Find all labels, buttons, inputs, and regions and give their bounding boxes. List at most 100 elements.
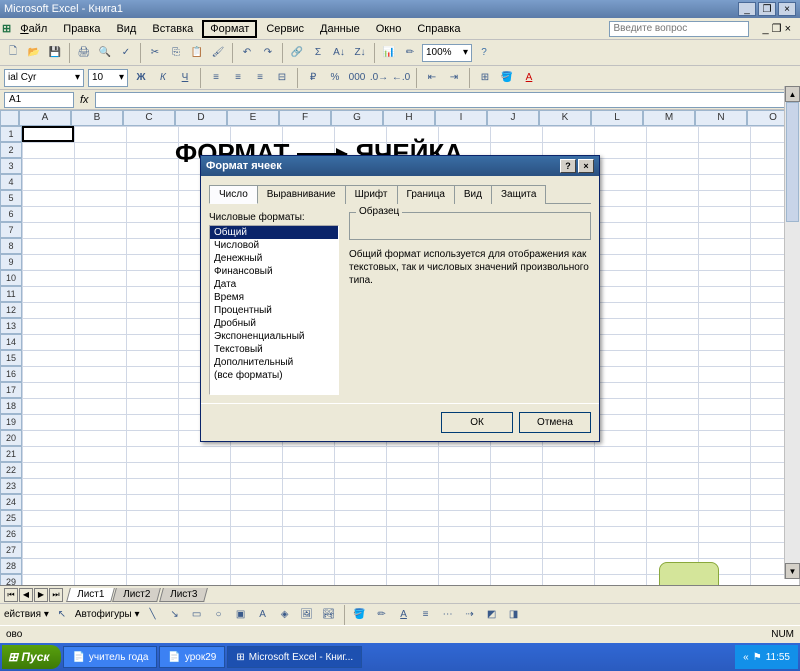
row-header[interactable]: 9 — [0, 254, 22, 270]
oval-icon[interactable]: ○ — [210, 606, 228, 624]
format-list-item[interactable]: Время — [210, 291, 338, 304]
align-right-icon[interactable]: ≡ — [251, 69, 269, 87]
column-header[interactable]: K — [539, 110, 591, 126]
restore-button[interactable]: ❐ — [758, 2, 776, 16]
row-header[interactable]: 8 — [0, 238, 22, 254]
fill-icon[interactable]: 🪣 — [351, 606, 369, 624]
new-icon[interactable]: 🗋 — [4, 44, 22, 62]
scroll-up-icon[interactable]: ▲ — [785, 86, 800, 102]
arrow-icon[interactable]: ↘ — [166, 606, 184, 624]
column-header[interactable]: N — [695, 110, 747, 126]
scroll-down-icon[interactable]: ▼ — [785, 563, 800, 579]
italic-icon[interactable]: К — [154, 69, 172, 87]
hyperlink-icon[interactable]: 🔗 — [288, 44, 306, 62]
line-icon[interactable]: ╲ — [144, 606, 162, 624]
row-header[interactable]: 22 — [0, 462, 22, 478]
line-color-icon[interactable]: ✏ — [373, 606, 391, 624]
comma-icon[interactable]: 000 — [348, 69, 366, 87]
cancel-button[interactable]: Отмена — [519, 412, 591, 433]
font-color-draw-icon[interactable]: A — [395, 606, 413, 624]
format-list-item[interactable]: Дата — [210, 278, 338, 291]
tab-last-icon[interactable]: ⏭ — [49, 588, 63, 602]
row-header[interactable]: 29 — [0, 574, 22, 585]
select-all-corner[interactable] — [0, 110, 19, 126]
menu-window[interactable]: Окно — [369, 21, 409, 37]
row-header[interactable]: 16 — [0, 366, 22, 382]
close-button[interactable]: × — [778, 2, 796, 16]
tab-prev-icon[interactable]: ◀ — [19, 588, 33, 602]
column-header[interactable]: H — [383, 110, 435, 126]
print-icon[interactable]: 🖨 — [75, 44, 93, 62]
line-style-icon[interactable]: ≡ — [417, 606, 435, 624]
decrease-indent-icon[interactable]: ⇤ — [423, 69, 441, 87]
menu-edit[interactable]: Правка — [56, 21, 107, 37]
format-list-item[interactable]: (все форматы) — [210, 369, 338, 382]
column-header[interactable]: G — [331, 110, 383, 126]
row-header[interactable]: 13 — [0, 318, 22, 334]
picture-icon[interactable]: 🏞 — [320, 606, 338, 624]
taskbar-item[interactable]: 📄учитель года — [63, 646, 157, 668]
save-icon[interactable]: 💾 — [46, 44, 64, 62]
fill-color-icon[interactable]: 🪣 — [498, 69, 516, 87]
percent-icon[interactable]: % — [326, 69, 344, 87]
column-header[interactable]: F — [279, 110, 331, 126]
increase-indent-icon[interactable]: ⇥ — [445, 69, 463, 87]
tray-icon[interactable]: ⚑ — [753, 652, 762, 663]
worksheet-tab[interactable]: Лист1 — [66, 588, 115, 602]
taskbar-item[interactable]: ⊞Microsoft Excel - Книг... — [227, 646, 362, 668]
column-header[interactable]: E — [227, 110, 279, 126]
font-color-icon[interactable]: A — [520, 69, 538, 87]
clipart-icon[interactable]: 🖼 — [298, 606, 316, 624]
rectangle-icon[interactable]: ▭ — [188, 606, 206, 624]
dialog-close-button[interactable]: × — [578, 159, 594, 173]
format-list-item[interactable]: Денежный — [210, 252, 338, 265]
menu-tools[interactable]: Сервис — [259, 21, 311, 37]
dialog-tab[interactable]: Граница — [397, 185, 455, 204]
format-list-item[interactable]: Текстовый — [210, 343, 338, 356]
autosum-icon[interactable]: Σ — [309, 44, 327, 62]
row-header[interactable]: 18 — [0, 398, 22, 414]
sort-desc-icon[interactable]: Z↓ — [351, 44, 369, 62]
dialog-titlebar[interactable]: Формат ячеек ? × — [201, 156, 599, 176]
column-header[interactable]: A — [19, 110, 71, 126]
tab-next-icon[interactable]: ▶ — [34, 588, 48, 602]
help-icon[interactable]: ? — [475, 44, 493, 62]
sort-asc-icon[interactable]: A↓ — [330, 44, 348, 62]
format-list-item[interactable]: Финансовый — [210, 265, 338, 278]
row-header[interactable]: 1 — [0, 126, 22, 142]
menu-file[interactable]: ФФайлайл — [13, 21, 54, 37]
row-header[interactable]: 10 — [0, 270, 22, 286]
formula-input[interactable] — [95, 92, 796, 108]
format-list-item[interactable]: Экспоненциальный — [210, 330, 338, 343]
row-header[interactable]: 3 — [0, 158, 22, 174]
row-header[interactable]: 2 — [0, 142, 22, 158]
dialog-tab[interactable]: Защита — [491, 185, 546, 204]
fx-icon[interactable]: fx — [80, 94, 89, 106]
row-header[interactable]: 6 — [0, 206, 22, 222]
row-header[interactable]: 27 — [0, 542, 22, 558]
start-button[interactable]: ⊞ Пуск — [2, 645, 61, 669]
arrow-style-icon[interactable]: ⇢ — [461, 606, 479, 624]
row-header[interactable]: 20 — [0, 430, 22, 446]
row-header[interactable]: 19 — [0, 414, 22, 430]
column-header[interactable]: I — [435, 110, 487, 126]
copy-icon[interactable]: ⎘ — [167, 44, 185, 62]
dialog-tab[interactable]: Вид — [454, 185, 492, 204]
help-question-input[interactable] — [609, 21, 749, 37]
autoshapes-menu[interactable]: Автофигуры ▾ — [75, 609, 140, 620]
row-header[interactable]: 4 — [0, 174, 22, 190]
row-header[interactable]: 28 — [0, 558, 22, 574]
open-icon[interactable]: 📂 — [25, 44, 43, 62]
textbox-icon[interactable]: ▣ — [232, 606, 250, 624]
column-header[interactable]: D — [175, 110, 227, 126]
worksheet-tab[interactable]: Лист2 — [112, 588, 161, 602]
menu-insert[interactable]: Вставка — [145, 21, 200, 37]
row-header[interactable]: 26 — [0, 526, 22, 542]
drawing-icon[interactable]: ✏ — [401, 44, 419, 62]
column-header[interactable]: J — [487, 110, 539, 126]
vertical-scrollbar[interactable]: ▲ ▼ — [784, 86, 800, 579]
row-header[interactable]: 21 — [0, 446, 22, 462]
zoom-combo[interactable]: 100%▾ — [422, 44, 472, 62]
chart-icon[interactable]: 📊 — [380, 44, 398, 62]
underline-icon[interactable]: Ч — [176, 69, 194, 87]
